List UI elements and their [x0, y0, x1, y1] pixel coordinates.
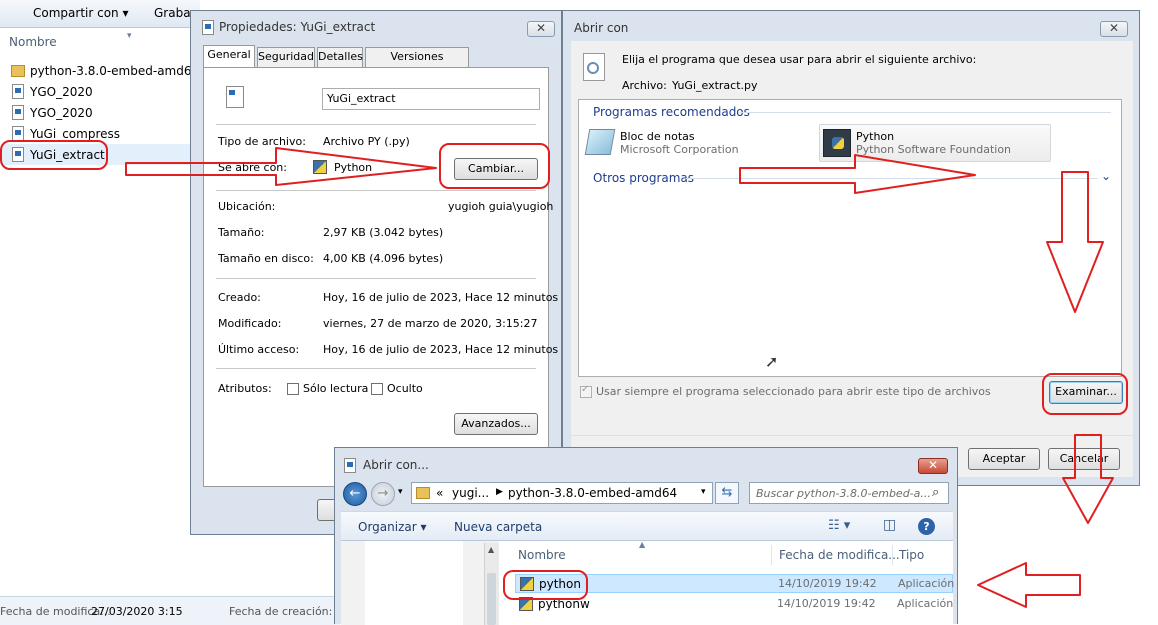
arrow-left-to-python: [977, 562, 1081, 608]
arrow-down-to-accept: [1062, 434, 1114, 524]
annotation-arrows: [125, 147, 1114, 608]
arrow-down-to-browse: [1046, 171, 1104, 313]
arrow-right-to-change: [125, 147, 437, 186]
arrow-right-other-programs: [739, 154, 976, 194]
